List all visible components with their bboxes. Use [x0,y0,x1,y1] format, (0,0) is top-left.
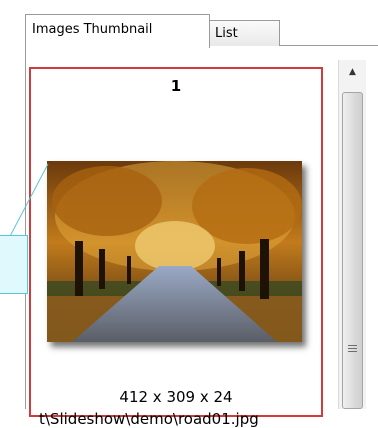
callout-box [0,235,28,294]
thumbnail-index: 1 [170,77,182,95]
tab-label: Images Thumbnail [32,22,153,37]
thumbnail-image [47,161,302,342]
tab-images-thumbnail[interactable]: Images Thumbnail [25,14,210,48]
thumbnail-card[interactable]: 1 412 x 309 x 24 t\Slideshow\demo\road01… [29,67,323,428]
thumbnail-dimensions: 412 x 309 x 24 [119,388,233,406]
thumbnail-file-path: t\Slideshow\demo\road01.jpg [39,410,259,428]
tab-list[interactable]: List [208,20,280,46]
grip-lines-icon [348,345,357,353]
tab-strip: Images Thumbnail List [0,0,378,48]
triangle-up-icon: ▲ [349,67,356,77]
tab-label: List [215,26,238,41]
vertical-scrollbar[interactable]: ▲ [338,60,366,409]
thumbnail-panel: 1 412 x 309 x 24 t\Slideshow\demo\road01… [25,46,378,428]
scroll-up-button[interactable]: ▲ [342,62,363,82]
scroll-thumb[interactable] [342,92,363,409]
